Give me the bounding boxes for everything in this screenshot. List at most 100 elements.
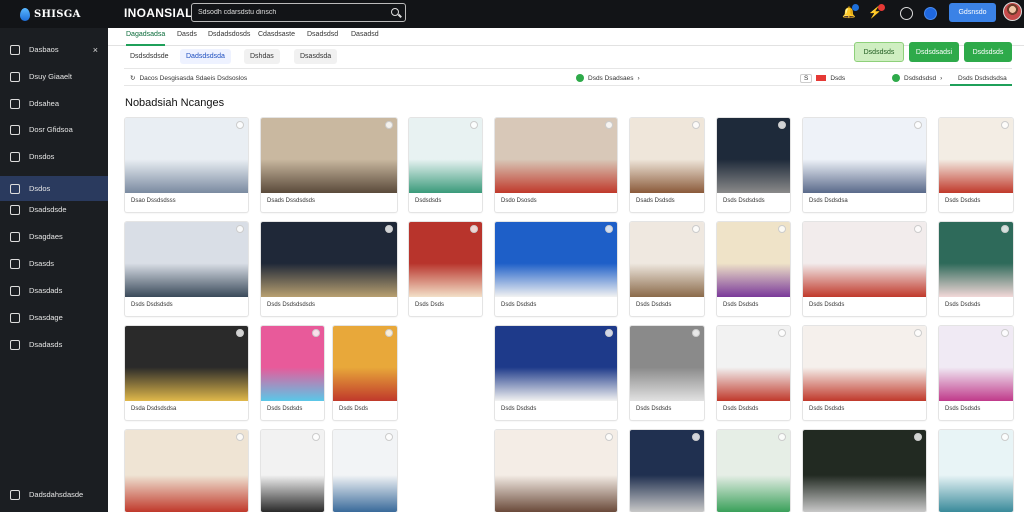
sidebar-item-0[interactable]: Dasbaos ×	[0, 37, 108, 62]
sidebar-item-2[interactable]: Ddsahea	[0, 91, 108, 116]
right-filter[interactable]: Dsds Dsdsdsdsa	[958, 73, 1007, 83]
tab-2[interactable]: Dsdadsdosds	[208, 31, 250, 43]
subtab-2[interactable]: Dshdas	[244, 49, 280, 64]
gallery-image[interactable]	[630, 430, 704, 512]
globe-icon[interactable]	[924, 7, 937, 20]
sidebar-item-4[interactable]: Dnsdos	[0, 144, 108, 169]
tab-5[interactable]: Dasadsd	[351, 31, 379, 43]
notification-icon[interactable]: 🔔	[842, 4, 859, 20]
gallery-card[interactable]: Dsds Dsdsds	[630, 326, 704, 420]
gallery-image[interactable]	[803, 326, 926, 401]
tab-0[interactable]: Dagadsadsa	[126, 31, 166, 46]
gallery-image[interactable]	[717, 430, 790, 512]
favorite-icon[interactable]	[914, 121, 922, 129]
filter-left[interactable]: ↻ Dacos Desgisasda Sdaeis Dsdsoslos	[130, 73, 247, 83]
favorite-icon[interactable]	[1001, 433, 1009, 441]
gallery-image[interactable]	[717, 222, 790, 297]
tab-4[interactable]: Dsadsdsd	[307, 31, 338, 43]
gallery-card[interactable]: Dsds Dsdsds	[495, 222, 617, 316]
favorite-icon[interactable]	[778, 225, 786, 233]
gallery-card[interactable]: Dsds Dsds	[333, 326, 397, 420]
action-button-1[interactable]: Dsdsdsadsi	[909, 42, 959, 62]
favorite-icon[interactable]	[914, 329, 922, 337]
gallery-image[interactable]	[261, 222, 397, 297]
favorite-icon[interactable]	[470, 225, 478, 233]
gallery-card[interactable]	[261, 430, 324, 512]
gallery-card[interactable]: Dsdsdsds	[409, 118, 482, 212]
gallery-image[interactable]	[495, 430, 617, 512]
gallery-card[interactable]: Dsdo Dsosds	[495, 118, 617, 212]
gallery-image[interactable]	[125, 222, 248, 297]
gallery-image[interactable]	[495, 222, 617, 297]
favorite-icon[interactable]	[236, 225, 244, 233]
gallery-card[interactable]	[939, 430, 1013, 512]
gallery-image[interactable]	[939, 118, 1013, 193]
favorite-icon[interactable]	[692, 121, 700, 129]
subtab-0[interactable]: Dsdsdsdsde	[124, 49, 175, 64]
gallery-image[interactable]	[630, 222, 704, 297]
tab-1[interactable]: Dasds	[177, 31, 197, 43]
gallery-image[interactable]	[717, 118, 790, 193]
gallery-image[interactable]	[803, 118, 926, 193]
search-bar[interactable]	[191, 3, 406, 22]
gallery-card[interactable]	[803, 430, 926, 512]
favorite-icon[interactable]	[778, 329, 786, 337]
sidebar-item-10[interactable]: Dsasdage	[0, 305, 108, 330]
favorite-icon[interactable]	[914, 433, 922, 441]
sidebar-footer-item[interactable]: Dadsdahsdasde	[0, 482, 108, 507]
gallery-card[interactable]: Dsds Dsds	[409, 222, 482, 316]
favorite-icon[interactable]	[605, 225, 613, 233]
favorite-icon[interactable]	[312, 329, 320, 337]
gallery-card[interactable]: Dsds Dsdsds	[939, 222, 1013, 316]
gallery-card[interactable]: Dsds Dsdsds	[717, 326, 790, 420]
subtab-3[interactable]: Dsasdsda	[294, 49, 338, 64]
sidebar-item-9[interactable]: Dsasdads	[0, 278, 108, 303]
gallery-card[interactable]: Dsads Dsdsds	[630, 118, 704, 212]
favorite-icon[interactable]	[692, 329, 700, 337]
tab-3[interactable]: Cdasdsaste	[258, 31, 295, 43]
gallery-card[interactable]: Dsds Dsdsds	[630, 222, 704, 316]
action-button-2[interactable]: Dsdsdsds	[964, 42, 1012, 62]
favorite-icon[interactable]	[692, 433, 700, 441]
gallery-image[interactable]	[630, 326, 704, 401]
gallery-image[interactable]	[125, 326, 248, 401]
gallery-card[interactable]: Dsds Dsdsdsds	[717, 118, 790, 212]
gallery-card[interactable]: Dsds Dsdsds	[495, 326, 617, 420]
gallery-image[interactable]	[125, 118, 248, 193]
sidebar-item-8[interactable]: Dsasds	[0, 251, 108, 276]
gallery-card[interactable]: Dsds Dsdsdsa	[803, 118, 926, 212]
gallery-card[interactable]	[495, 430, 617, 512]
top-action-button[interactable]: Gdsnsdo	[949, 3, 996, 22]
subtab-1[interactable]: Dadsdsdsda	[180, 49, 231, 64]
gallery-image[interactable]	[939, 430, 1013, 512]
chat-icon[interactable]	[900, 7, 913, 20]
sidebar-item-3[interactable]: Dosr Gfidsoa	[0, 117, 108, 142]
sort-filter[interactable]: S Dsds	[800, 73, 845, 83]
favorite-icon[interactable]	[236, 121, 244, 129]
gallery-card[interactable]	[717, 430, 790, 512]
favorite-icon[interactable]	[1001, 329, 1009, 337]
flash-icon[interactable]: ⚡	[868, 4, 885, 20]
favorite-icon[interactable]	[385, 433, 393, 441]
gallery-card[interactable]	[630, 430, 704, 512]
favorite-icon[interactable]	[236, 433, 244, 441]
gallery-image[interactable]	[803, 430, 926, 512]
gallery-image[interactable]	[261, 118, 397, 193]
favorite-icon[interactable]	[692, 225, 700, 233]
sidebar-item-1[interactable]: Dsuy Giaaelt	[0, 64, 108, 89]
favorite-icon[interactable]	[236, 329, 244, 337]
close-icon[interactable]: ×	[93, 45, 98, 55]
favorite-icon[interactable]	[605, 329, 613, 337]
count-filter[interactable]: Dsdsdsdsd ›	[892, 73, 942, 83]
gallery-image[interactable]	[333, 430, 397, 512]
gallery-card[interactable]: Dsds Dsdsds	[803, 222, 926, 316]
favorite-icon[interactable]	[778, 433, 786, 441]
search-input[interactable]	[198, 6, 383, 19]
gallery-image[interactable]	[630, 118, 704, 193]
gallery-image[interactable]	[939, 222, 1013, 297]
gallery-image[interactable]	[495, 326, 617, 401]
gallery-image[interactable]	[409, 118, 482, 193]
favorite-icon[interactable]	[914, 225, 922, 233]
gallery-card[interactable]: Dsds Dsdsds	[803, 326, 926, 420]
gallery-card[interactable]: Dsds Dsdsds	[939, 326, 1013, 420]
